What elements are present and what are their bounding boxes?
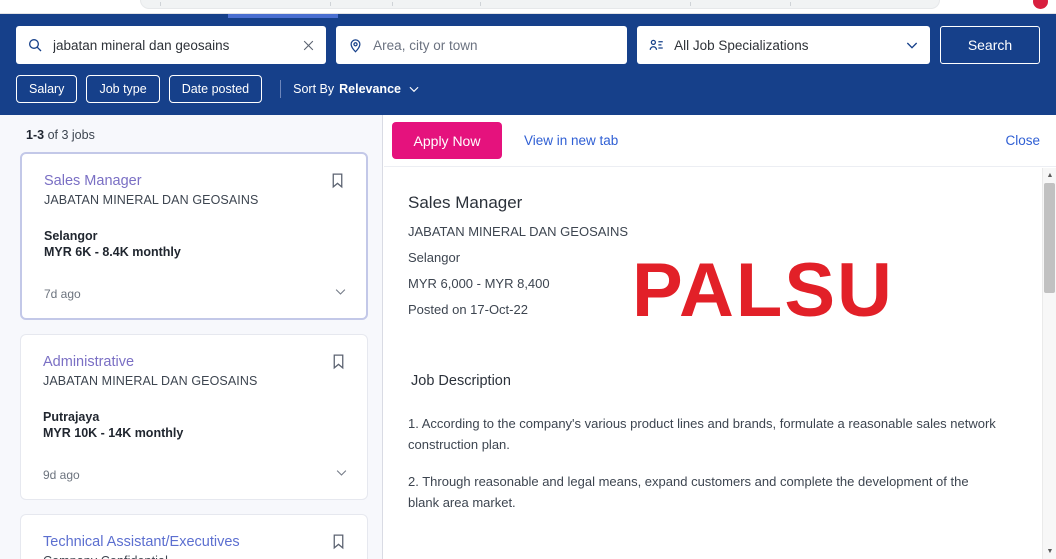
specialization-value[interactable]: All Job Specializations <box>674 38 904 53</box>
chrome-tick <box>392 2 393 6</box>
keyword-input-value[interactable]: jabatan mineral dan geosains <box>53 38 300 53</box>
bookmark-icon[interactable] <box>329 171 346 195</box>
chrome-tick <box>330 2 331 6</box>
filter-salary-button[interactable]: Salary <box>16 75 78 103</box>
results-count-range: 1-3 <box>26 128 45 142</box>
job-description-paragraph: 1. According to the company's various pr… <box>408 416 996 453</box>
filter-dateposted-button[interactable]: Date posted <box>168 75 263 103</box>
search-header: jabatan mineral dan geosains Area, city … <box>0 14 1056 115</box>
job-card-footer: 9d ago <box>43 465 349 485</box>
chevron-down-icon[interactable] <box>334 465 349 485</box>
job-search-page: jabatan mineral dan geosains Area, city … <box>0 0 1056 559</box>
job-card-title[interactable]: Technical Assistant/Executives <box>43 534 349 550</box>
job-detail-salary: MYR 6,000 - MYR 8,400 <box>408 276 550 291</box>
chrome-tick <box>690 2 691 6</box>
job-detail-toolbar: Apply Now View in new tab Close <box>384 115 1056 167</box>
scroll-down-icon[interactable]: ▼ <box>1043 545 1056 558</box>
close-button[interactable]: Close <box>1005 133 1040 148</box>
sort-by-label: Sort By <box>293 82 335 96</box>
apply-now-button[interactable]: Apply Now <box>392 122 502 159</box>
map-pin-icon <box>346 36 364 54</box>
job-card-location: Putrajaya <box>43 410 100 424</box>
job-card-salary: MYR 6K - 8.4K monthly <box>44 245 181 259</box>
omnibox-sliver[interactable] <box>140 0 940 9</box>
job-description-paragraph: 2. Through reasonable and legal means, e… <box>408 474 969 511</box>
detail-scrollbar[interactable]: ▲ ▼ <box>1042 168 1056 559</box>
main-content: 1-3 of 3 jobs Sales Manager JABATAN MINE… <box>0 115 1056 559</box>
job-card[interactable]: Technical Assistant/Executives Company C… <box>20 514 368 559</box>
job-card-salary: MYR 10K - 14K monthly <box>43 426 184 440</box>
browser-chrome-sliver <box>0 0 1056 14</box>
job-detail-title: Sales Manager <box>408 193 523 212</box>
results-count-total: of 3 jobs <box>47 128 95 142</box>
job-detail-location: Selangor <box>408 250 461 265</box>
search-button[interactable]: Search <box>940 26 1040 64</box>
search-bar: jabatan mineral dan geosains Area, city … <box>16 26 1040 64</box>
job-description-heading: Job Description <box>411 373 511 389</box>
bookmark-icon[interactable] <box>330 532 347 556</box>
chrome-tick <box>790 2 791 6</box>
job-card-age: 9d ago <box>43 468 80 482</box>
chevron-down-icon[interactable] <box>406 81 422 97</box>
scroll-up-icon[interactable]: ▲ <box>1043 169 1056 182</box>
job-card-location: Selangor <box>44 229 98 243</box>
job-card-title[interactable]: Sales Manager <box>44 173 348 189</box>
location-input-placeholder[interactable]: Area, city or town <box>373 38 617 53</box>
scrollbar-thumb[interactable] <box>1044 183 1055 293</box>
job-card[interactable]: Administrative JABATAN MINERAL DAN GEOSA… <box>20 334 368 500</box>
job-detail-panel: Apply Now View in new tab Close Sales Ma… <box>384 115 1056 559</box>
job-card-company: JABATAN MINERAL DAN GEOSAINS <box>44 193 259 207</box>
job-card-company: JABATAN MINERAL DAN GEOSAINS <box>43 374 258 388</box>
job-detail-company: JABATAN MINERAL DAN GEOSAINS <box>408 224 629 239</box>
clear-keyword-icon[interactable] <box>300 37 316 53</box>
view-in-new-tab-link[interactable]: View in new tab <box>524 133 618 148</box>
job-card-age: 7d ago <box>44 287 81 301</box>
filter-bar: Salary Job type Date posted Sort By Rele… <box>16 75 422 103</box>
job-card-title[interactable]: Administrative <box>43 354 349 370</box>
job-card[interactable]: Sales Manager JABATAN MINERAL DAN GEOSAI… <box>20 152 368 320</box>
chrome-tick <box>480 2 481 6</box>
search-icon <box>26 36 44 54</box>
job-card-footer: 7d ago <box>44 284 348 304</box>
chevron-down-icon[interactable] <box>904 37 920 53</box>
chevron-down-icon[interactable] <box>333 284 348 304</box>
job-detail-posted-date: Posted on 17-Oct-22 <box>408 302 528 317</box>
person-list-icon <box>647 36 665 54</box>
results-count: 1-3 of 3 jobs <box>0 115 382 152</box>
sort-by-control[interactable]: Sort By Relevance <box>280 80 422 98</box>
bookmark-icon[interactable] <box>330 352 347 376</box>
chrome-tick <box>160 2 161 6</box>
job-detail-body: Sales Manager JABATAN MINERAL DAN GEOSAI… <box>384 167 1056 559</box>
location-search-field[interactable]: Area, city or town <box>336 26 628 64</box>
specialization-select[interactable]: All Job Specializations <box>637 26 930 64</box>
active-tab-indicator <box>228 14 338 18</box>
notification-badge-icon[interactable] <box>1033 0 1048 9</box>
keyword-search-field[interactable]: jabatan mineral dan geosains <box>16 26 327 64</box>
sort-by-value: Relevance <box>339 82 401 96</box>
results-list-panel[interactable]: 1-3 of 3 jobs Sales Manager JABATAN MINE… <box>0 115 383 559</box>
filter-jobtype-button[interactable]: Job type <box>86 75 160 103</box>
job-card-company: Company Confidential <box>43 554 349 559</box>
